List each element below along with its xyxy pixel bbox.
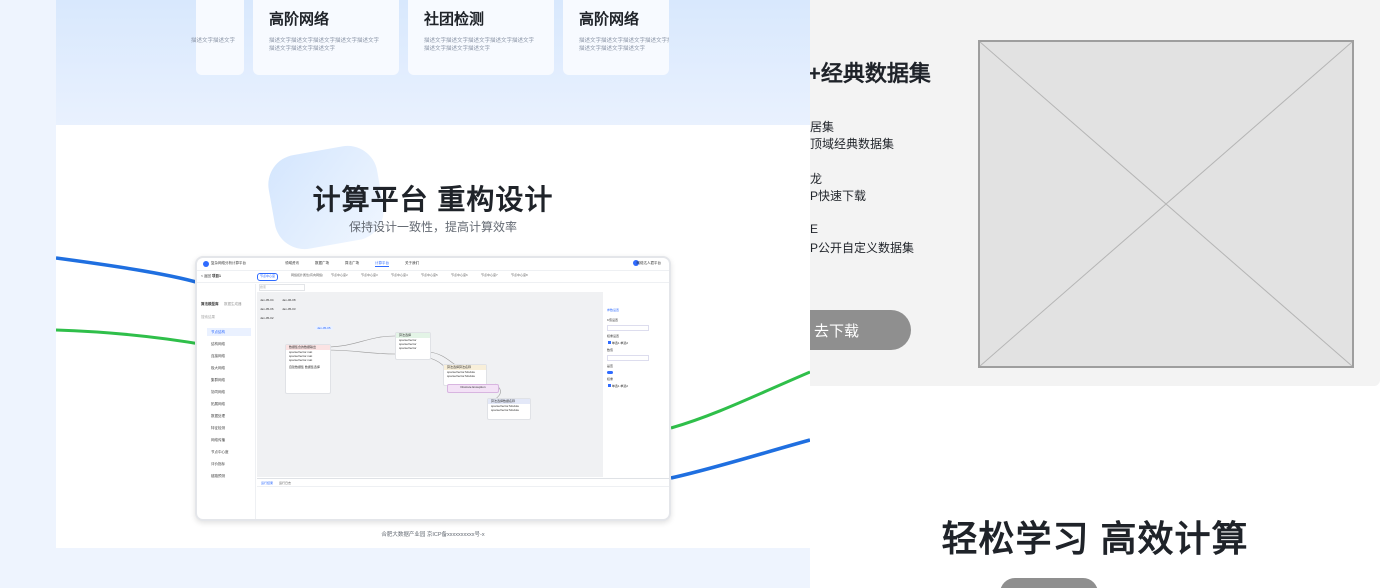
hero-subtitle: 保持设计一致性，提高计算效率 bbox=[348, 220, 517, 234]
dataset-item-desc: P快速下载 bbox=[810, 189, 867, 203]
result-pane: 运行结果 运行日志 bbox=[257, 478, 669, 519]
footer-text: 合肥大数据产业园 京ICP备xxxxxxxxxx号-x bbox=[381, 532, 485, 538]
mock-nav-item[interactable]: 关于我们 bbox=[405, 261, 419, 266]
action-button[interactable] bbox=[1000, 578, 1098, 588]
mock-tab[interactable]: 节点中心度6 bbox=[449, 273, 470, 279]
section-title: 轻松学习 高效计算 bbox=[941, 518, 1249, 559]
param-panel: 参数设置 K值设置 权重设置 单选1 单选2 数值 是否 权重 单选1 单选2 bbox=[604, 302, 652, 467]
tab-results[interactable]: 运行结果 bbox=[261, 481, 273, 485]
panel-label: 权重 bbox=[607, 377, 614, 381]
mock-sidebar: 算法模型库 数据生成器 搜索结果 节点结构 结构网络 连接网络 极大网络 集群网… bbox=[197, 284, 256, 519]
sidebar-item[interactable]: 节点结构 bbox=[211, 330, 225, 335]
sidebar-item[interactable]: 结构网络 bbox=[211, 342, 225, 347]
mock-tab[interactable]: 节点中心度7 bbox=[479, 273, 500, 279]
workflow-node[interactable]: Discrete Exception bbox=[447, 384, 499, 393]
platform-section: 描述文字描述文字 高阶网络 描述文字描述文字描述文字描述文字描述文字 描述文字描述… bbox=[56, 0, 810, 548]
mock-user[interactable]: 网络达人君平台 bbox=[637, 261, 662, 266]
panel-label: 权重设置 bbox=[607, 334, 620, 338]
mock-tab[interactable]: 节点中心度4 bbox=[389, 273, 410, 279]
sidebar-item[interactable]: 算法模型库 bbox=[201, 302, 219, 307]
mock-tab[interactable]: 节点中心度3 bbox=[359, 273, 380, 279]
list-item[interactable]: Jan-06-08 bbox=[282, 298, 296, 302]
sidebar-item[interactable]: 搜索结果 bbox=[201, 315, 215, 320]
search-input[interactable]: 搜索 bbox=[259, 284, 305, 291]
mock-nav-item[interactable]: 数据广场 bbox=[315, 261, 329, 266]
sidebar-item[interactable]: 评价指标 bbox=[211, 462, 225, 467]
logo-icon bbox=[203, 261, 209, 267]
mock-tab[interactable]: 节点中心度5 bbox=[419, 273, 440, 279]
dataset-item-title: 居集 bbox=[810, 120, 835, 134]
sidebar-item[interactable]: 链路预测 bbox=[211, 474, 225, 479]
workflow-canvas[interactable]: 数据集合的数据输出 sparseVector.mat sparseVector.… bbox=[257, 292, 603, 477]
sidebar-item[interactable]: 连接网络 bbox=[211, 354, 225, 359]
dataset-section: +经典数据集 居集 顶域经典数据集 龙 P快速下载 E P公开自定义数据集 去下… bbox=[810, 0, 1380, 588]
tab-logs[interactable]: 运行日志 bbox=[279, 481, 291, 485]
sidebar-item[interactable]: 极大网络 bbox=[211, 366, 225, 371]
sidebar-item[interactable]: 数据生成器 bbox=[224, 302, 242, 307]
sidebar-item[interactable]: 网络传播 bbox=[211, 438, 225, 443]
sidebar-item[interactable]: 拓展网络 bbox=[211, 402, 225, 407]
list-item[interactable]: Jan-05-04 bbox=[260, 298, 274, 302]
platform-screenshot: 复杂网络分析计算平台 领域资讯 数据广场 算法广场 计算平台 关于我们 网络达人… bbox=[195, 256, 671, 521]
panel-label: K值设置 bbox=[607, 318, 619, 322]
workflow-node[interactable]: 算法选择数据名称 sparseVector.Module sparseVecto… bbox=[487, 398, 531, 420]
mock-brand: 复杂网络分析计算平台 bbox=[211, 261, 246, 265]
dataset-item-title: 龙 bbox=[810, 172, 823, 186]
sidebar-item[interactable]: 节点中心度 bbox=[211, 450, 229, 455]
workflow-node[interactable]: 数据集合的数据输出 sparseVector.mat sparseVector.… bbox=[285, 344, 331, 394]
mock-tab[interactable]: 网络拓扑属性(有向网络) bbox=[289, 273, 325, 279]
panel-label: 数值 bbox=[607, 348, 614, 352]
dataset-item-title: E bbox=[810, 222, 819, 236]
mock-tab[interactable]: 节点中心度 bbox=[257, 273, 279, 281]
mock-tab[interactable]: 节点中心度2 bbox=[329, 273, 350, 279]
mock-project[interactable]: < 返回 项目1 bbox=[201, 274, 221, 279]
mock-navbar: 复杂网络分析计算平台 领域资讯 数据广场 算法广场 计算平台 关于我们 网络达人… bbox=[197, 258, 669, 271]
version-list: 搜索 Jan-05-04 Jan-06-08 Jan-05-06 Jan-05-… bbox=[257, 284, 305, 324]
tooltip: Jan-05-05 bbox=[315, 326, 333, 330]
list-item[interactable]: Jan-05-06 bbox=[260, 307, 274, 311]
hero-title: 计算平台 重构设计 bbox=[312, 184, 554, 215]
list-item[interactable]: Jan-05-03 bbox=[282, 307, 296, 311]
dataset-panel: +经典数据集 居集 顶域经典数据集 龙 P快速下载 E P公开自定义数据集 去下… bbox=[810, 0, 1380, 386]
download-button[interactable]: 去下载 bbox=[810, 310, 911, 350]
sidebar-item[interactable]: 协同网络 bbox=[211, 390, 225, 395]
workflow-node[interactable]: 算法选择算法名称 sparseVector.Module sparseVecto… bbox=[443, 364, 487, 386]
sidebar-item[interactable]: 特征检测 bbox=[211, 426, 225, 431]
sidebar-item[interactable]: 集群网络 bbox=[211, 378, 225, 383]
image-placeholder bbox=[978, 40, 1354, 368]
workflow-node[interactable]: 算法选择 sparseVector sparseVector sparseVec… bbox=[395, 332, 431, 360]
mock-nav-item[interactable]: 算法广场 bbox=[345, 261, 359, 266]
list-item[interactable]: Jan-05-02 bbox=[260, 316, 274, 320]
mock-tab[interactable]: 节点中心度8 bbox=[509, 273, 530, 279]
mock-nav-item[interactable]: 领域资讯 bbox=[285, 261, 299, 266]
dataset-item-desc: P公开自定义数据集 bbox=[810, 241, 915, 255]
mock-nav-item[interactable]: 计算平台 bbox=[375, 261, 389, 267]
sidebar-item[interactable]: 数据处理 bbox=[211, 414, 225, 419]
dataset-title: +经典数据集 bbox=[810, 61, 931, 86]
dataset-item-desc: 顶域经典数据集 bbox=[810, 137, 895, 151]
panel-title: 参数设置 bbox=[607, 308, 620, 312]
panel-label: 是否 bbox=[607, 364, 614, 368]
mock-tabbar: < 返回 项目1 节点中心度 网络拓扑属性(有向网络) 节点中心度2 节点中心度… bbox=[197, 271, 669, 283]
